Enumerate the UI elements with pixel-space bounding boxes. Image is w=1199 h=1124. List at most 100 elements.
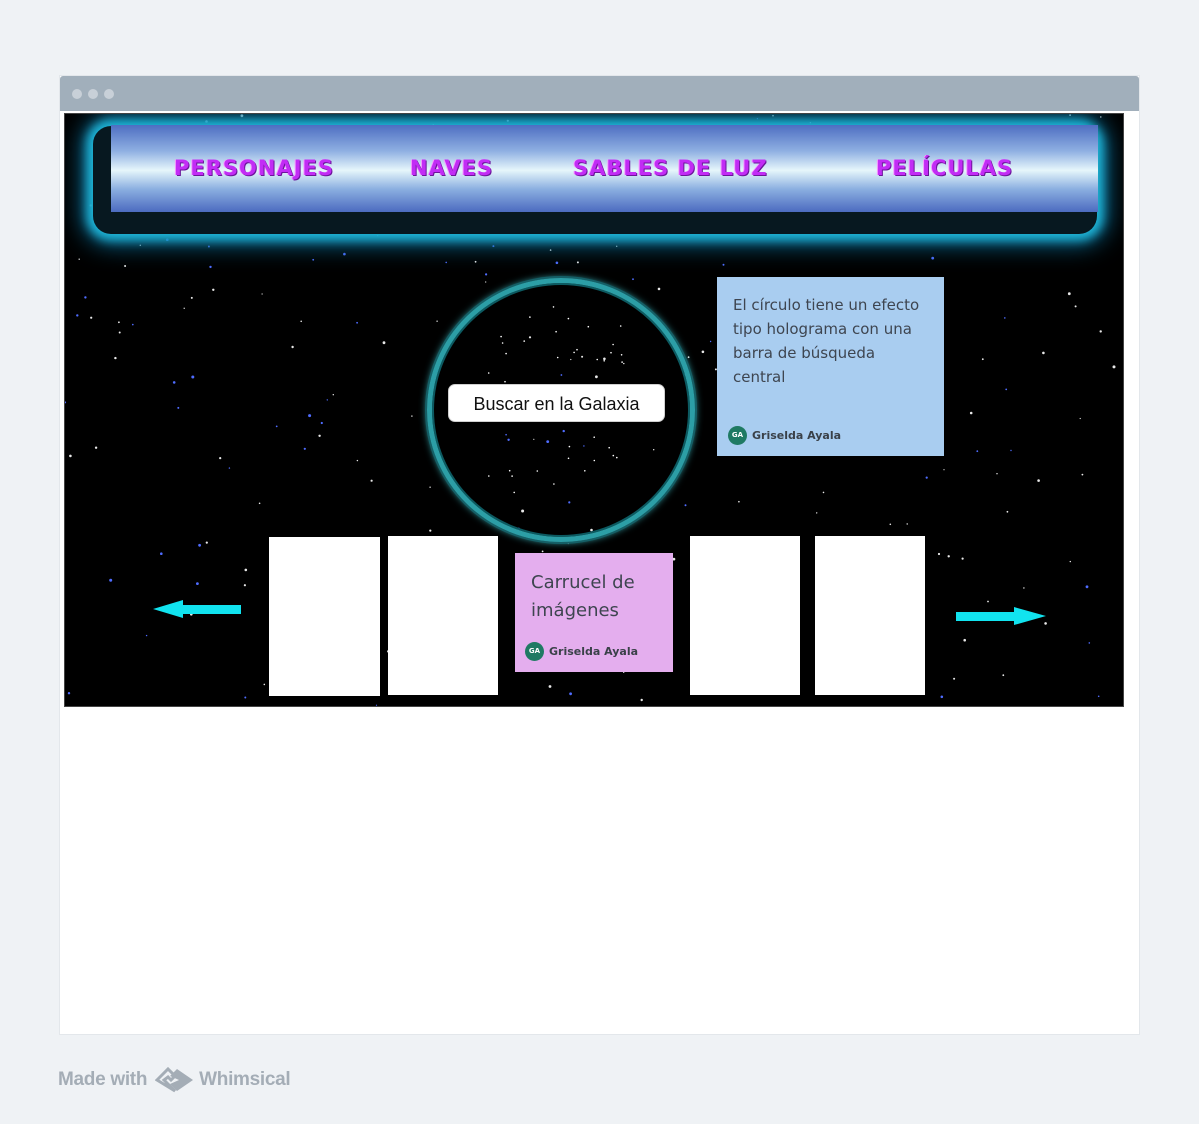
star <box>76 314 79 317</box>
star <box>1042 351 1045 355</box>
star <box>937 552 941 556</box>
star <box>1010 449 1012 452</box>
star <box>987 600 989 603</box>
star <box>549 249 552 251</box>
star <box>291 345 294 349</box>
star <box>275 425 278 428</box>
star <box>258 502 261 505</box>
star <box>332 394 334 396</box>
star <box>953 677 956 680</box>
star <box>300 320 302 323</box>
star <box>1085 585 1089 589</box>
whimsical-brand: Whimsical <box>199 1069 291 1090</box>
star <box>436 320 438 322</box>
sticky-note-author: GA Griselda Ayala <box>728 426 841 445</box>
star <box>1100 116 1102 118</box>
star <box>209 265 212 269</box>
star <box>1067 292 1071 296</box>
star <box>640 698 643 702</box>
star <box>343 252 346 256</box>
star <box>160 552 163 555</box>
star <box>492 245 495 248</box>
star <box>569 692 572 696</box>
made-with-label: Made with <box>58 1069 148 1090</box>
star <box>172 381 176 384</box>
star <box>816 512 818 514</box>
star <box>485 273 488 276</box>
star <box>78 258 80 260</box>
nav-item-personajes[interactable]: PERSONAJES <box>174 153 334 183</box>
star <box>196 582 199 585</box>
sticky-note-hologram: El círculo tiene un efecto tipo hologram… <box>717 277 944 456</box>
nav-item-sables-de-luz[interactable]: SABLES DE LUZ <box>573 153 768 183</box>
star <box>940 695 944 699</box>
carousel-slide[interactable] <box>269 537 380 696</box>
star <box>772 114 774 117</box>
star <box>312 258 315 261</box>
browser-titlebar <box>60 76 1139 111</box>
star <box>65 401 67 404</box>
star <box>555 261 559 265</box>
star <box>906 523 908 525</box>
star <box>177 406 180 409</box>
carousel-slide[interactable] <box>815 536 925 695</box>
window-dot <box>88 89 98 99</box>
footer-made-with: Made with Whimsical <box>58 1066 291 1094</box>
space-background: PERSONAJES NAVES SABLES DE LUZ PELÍCULAS… <box>64 113 1124 707</box>
top-navigation: PERSONAJES NAVES SABLES DE LUZ PELÍCULAS <box>111 125 1098 212</box>
arrow-right-icon[interactable] <box>954 605 1048 627</box>
star <box>701 350 705 354</box>
star <box>90 316 93 319</box>
star <box>657 287 661 291</box>
star <box>567 542 570 545</box>
star <box>822 491 825 494</box>
star <box>69 454 72 458</box>
star <box>114 356 117 360</box>
star <box>139 244 141 246</box>
star <box>963 638 966 642</box>
star <box>709 340 712 343</box>
star <box>94 446 98 449</box>
star <box>738 500 740 503</box>
star <box>84 296 87 299</box>
star <box>375 704 378 706</box>
star <box>228 467 231 469</box>
star <box>118 321 120 324</box>
star <box>616 245 618 247</box>
star <box>303 447 306 450</box>
star <box>943 469 945 471</box>
star <box>931 256 935 260</box>
star <box>308 414 312 418</box>
star <box>89 204 92 207</box>
search-input[interactable]: Buscar en la Galaxia <box>448 384 665 422</box>
star <box>1081 473 1084 476</box>
carousel-slide[interactable] <box>690 536 800 695</box>
author-name: Griselda Ayala <box>752 429 842 442</box>
sticky-note-text: Carrucel de imágenes <box>531 572 635 621</box>
carousel-slide[interactable] <box>388 536 498 695</box>
nav-item-naves[interactable]: NAVES <box>410 153 493 183</box>
star <box>243 584 246 587</box>
star <box>1112 365 1116 369</box>
star <box>1088 642 1091 644</box>
star <box>67 692 71 695</box>
star <box>145 634 148 637</box>
star <box>382 341 386 345</box>
star <box>205 541 208 544</box>
window-dot <box>72 89 82 99</box>
star <box>996 473 998 475</box>
star <box>261 293 263 295</box>
star <box>190 296 193 299</box>
star <box>207 245 210 248</box>
nav-item-peliculas[interactable]: PELÍCULAS <box>876 153 1013 183</box>
star <box>240 114 244 118</box>
star <box>198 543 202 547</box>
star <box>961 557 964 560</box>
star <box>1069 560 1071 563</box>
window-dot <box>104 89 114 99</box>
star <box>219 457 222 460</box>
star <box>506 119 509 122</box>
star <box>1023 587 1025 589</box>
star <box>1005 388 1008 391</box>
arrow-left-icon[interactable] <box>151 598 243 620</box>
